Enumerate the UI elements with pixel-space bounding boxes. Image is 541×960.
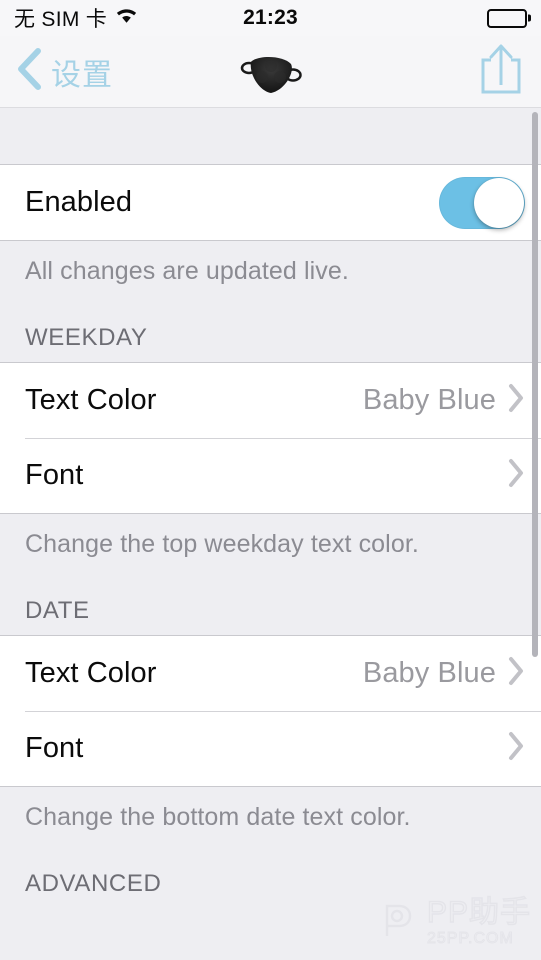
date-font-accessory (496, 731, 525, 766)
weekday-group: Text Color Baby Blue Font (0, 362, 541, 514)
date-text-color-label: Text Color (25, 657, 157, 689)
chevron-left-icon (16, 48, 42, 95)
settings-table[interactable]: Enabled All changes are updated live. WE… (0, 108, 541, 959)
enabled-group: Enabled (0, 164, 541, 241)
enabled-row-label: Enabled (25, 186, 133, 218)
chevron-right-icon (508, 383, 525, 418)
back-button-label: 设置 (51, 58, 113, 92)
date-group: Text Color Baby Blue Font (0, 635, 541, 787)
date-footer: Change the bottom date text color. (0, 787, 541, 832)
table-top-spacer (0, 108, 541, 164)
weekday-text-color-label: Text Color (25, 384, 157, 416)
date-font-label: Font (25, 732, 84, 764)
app-logo-icon (235, 48, 307, 96)
weekday-font-accessory (496, 458, 525, 493)
battery-icon (487, 8, 527, 28)
section-header-date: DATE (0, 559, 541, 635)
chevron-right-icon (508, 656, 525, 691)
section-header-advanced: ADVANCED (0, 832, 541, 908)
status-bar-right (487, 8, 527, 28)
date-text-color-row[interactable]: Text Color Baby Blue (0, 636, 541, 711)
share-button[interactable] (477, 43, 525, 100)
watermark-sub-label: 25PP.COM (426, 930, 514, 947)
enabled-footer: All changes are updated live. (0, 241, 541, 286)
vertical-scrollbar[interactable] (532, 112, 538, 657)
weekday-footer: Change the top weekday text color. (0, 514, 541, 559)
weekday-font-row[interactable]: Font (0, 438, 541, 513)
date-font-row[interactable]: Font (0, 711, 541, 786)
phone-screen: 无 SIM 卡 21:23 设置 Enabled All changes are… (0, 0, 541, 960)
clock-label: 21:23 (243, 6, 298, 29)
section-header-weekday: WEEKDAY (0, 286, 541, 362)
status-bar: 无 SIM 卡 21:23 (0, 0, 541, 36)
weekday-text-color-accessory: Baby Blue (363, 383, 525, 418)
date-text-color-accessory: Baby Blue (363, 656, 525, 691)
back-button[interactable]: 设置 (16, 48, 113, 95)
weekday-text-color-value: Baby Blue (362, 384, 496, 416)
toggle-knob (474, 177, 524, 228)
weekday-text-color-row[interactable]: Text Color Baby Blue (0, 363, 541, 438)
share-icon (477, 43, 525, 100)
chevron-right-icon (508, 731, 525, 766)
enabled-row[interactable]: Enabled (0, 165, 541, 240)
enabled-toggle[interactable] (439, 176, 525, 229)
chevron-right-icon (508, 458, 525, 493)
date-text-color-value: Baby Blue (362, 657, 496, 689)
navigation-bar: 设置 (0, 36, 541, 108)
weekday-font-label: Font (25, 459, 84, 491)
